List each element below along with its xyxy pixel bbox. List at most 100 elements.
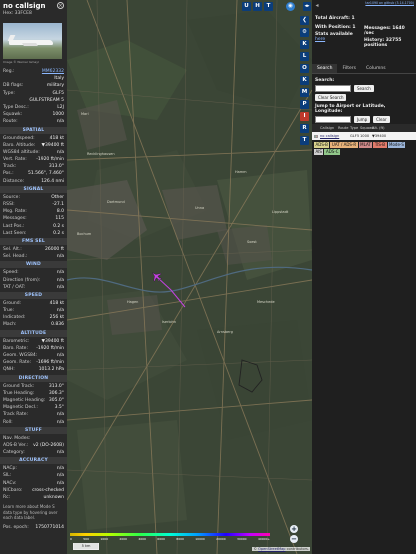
map-button-t[interactable]: T [300,136,309,145]
map-button-k[interactable]: K [300,76,309,85]
section-header-stuff: STUFF [0,426,67,434]
map-button-h[interactable]: H [253,2,262,11]
info-value: GLF5 [52,90,64,96]
registration-link[interactable]: MM62332 [42,68,64,75]
tab-search[interactable]: Search [312,64,338,73]
pos-epoch-label: Pos. epoch: [3,524,29,530]
map-canvas[interactable] [67,0,312,554]
tab-columns[interactable]: Columns [361,64,391,73]
info-value: -1696 ft/min [36,360,64,366]
info-value: 126.4 nmi [41,178,64,184]
map-button-k[interactable]: K [300,40,309,49]
info-row: Mach: 0.836 [0,321,67,328]
jump-row: Jump Clear [315,116,413,123]
info-row: Direction (from): n/a [0,277,67,284]
info-row: Route: n/a [0,118,67,125]
chevron-left-icon[interactable]: ❮ [300,16,309,25]
info-row: DB flags: military [0,82,67,89]
legend-label: 40000+ [257,536,270,541]
info-key: NICbaro: [3,487,23,493]
map-button-u[interactable]: U [242,2,251,11]
info-row: Type Desc.: L2J [0,104,67,111]
info-row: SIL: n/a [0,472,67,479]
info-row: Source: Other [0,194,67,201]
table-cell[interactable]: no callsign [320,132,339,140]
map-button-p[interactable]: P [300,100,309,109]
info-row: QNH: 1013.2 hPa [0,366,67,373]
info-key: Geom. Rate: [3,360,32,366]
section-header-direction: DIRECTION [0,374,67,382]
legend-label: 30000 [237,536,247,541]
info-value: n/a [56,473,64,479]
info-key: QNH: [3,367,15,373]
column-header[interactable]: Squawk [360,124,374,132]
info-value: n/a [56,277,64,283]
layers-icon[interactable]: ◉ [286,2,295,11]
clear-button[interactable]: Clear [373,116,390,123]
info-row: Type: GLF5 [0,90,67,97]
info-row: RSSI: -27.1 [0,201,67,208]
source-badge: TIS-B [373,142,387,148]
info-value: 306.3° [48,390,64,396]
info-row: Rc: unknown [0,494,67,501]
info-row: Barometric: ▼39400 ft [0,338,67,345]
info-value: -1920 ft/min [36,157,64,163]
version-link[interactable]: tar1090 on github (3.14.1700) [365,1,414,5]
map-button-t[interactable]: T [264,2,273,11]
info-row: TAT / OAT: n/a [0,284,67,291]
map-button-o[interactable]: O [300,64,309,73]
sidebar-toggle-icon[interactable]: ◂▸ [303,2,311,11]
info-key: True: [3,308,15,314]
total-aircraft: Total Aircraft: 1 [315,16,355,21]
search-input[interactable] [315,85,351,92]
table-row[interactable]: no callsign GLF5 1000 ▼39400 [312,132,416,140]
info-body: Reg.: MM62332 Italy DB flags: military Type: G… [0,68,67,531]
column-header[interactable]: Callsign [320,124,338,132]
info-row: True: n/a [0,307,67,314]
settings-icon[interactable]: ⚙ [300,28,309,37]
info-row: Reg.: MM62332 [0,68,67,75]
map-button-i[interactable]: I [300,112,309,121]
jump-button[interactable]: Jump [354,116,371,123]
map-place-label: Meschede [257,300,275,304]
column-header[interactable]: Route [338,124,350,132]
tab-filters[interactable]: Filters [337,64,361,73]
map-button-r[interactable]: R [300,124,309,133]
info-key: Speed: [3,270,19,276]
info-key: Track: [3,164,17,170]
legend-label: 2000 [119,536,127,541]
column-header[interactable]: Type [350,124,360,132]
info-value: n/a [56,466,64,472]
column-header[interactable]: Alt. (ft) [372,124,388,132]
info-row: Sel. Head.: n/a [0,253,67,260]
jump-input[interactable] [315,116,351,123]
section-header-accuracy: ACCURACY [0,457,67,465]
search-button[interactable]: Search [354,85,374,92]
info-key: Indicated: [3,315,26,321]
aircraft-photo[interactable] [3,23,62,59]
aircraft-table-header: Callsign Route Type Squawk Alt. (ft) [312,124,416,132]
map-view[interactable]: Marl Recklinghausen Dortmund Unna Hamm Bochum… [67,0,312,554]
search-row: Search [315,85,413,92]
close-icon[interactable]: × [57,2,64,9]
info-key: Category: [3,450,25,456]
zoom-in-button[interactable]: + [290,525,298,533]
stats-link[interactable]: here [315,37,325,42]
zoom-out-button[interactable]: − [290,535,298,543]
info-key: Distance: [3,178,25,184]
map-button-l[interactable]: L [300,52,309,61]
map-button-m[interactable]: M [300,88,309,97]
info-row: Category: n/a [0,449,67,456]
column-header[interactable] [312,124,320,132]
altitude-legend-labels: 0 500 1000 2000 4000 6000 8000 10000 20000 30000 4… [70,537,270,541]
info-header: no callsign Hex: 33FCE8 × [0,0,67,20]
collapse-icon[interactable]: ◂ [313,2,321,10]
map-attribution: © OpenStreetMap contributors. [252,547,310,551]
info-key: SIL: [3,473,12,479]
clear-search-button[interactable]: Clear Search [315,94,347,101]
info-value: 1013.2 hPa [38,367,64,373]
osm-link[interactable]: OpenStreetMap [258,547,285,551]
stats-block: Total Aircraft: 1 With Position: 1 Stats… [312,12,416,64]
legend-label: 500 [83,536,89,541]
info-row: Last Seen: 0.2 s [0,230,67,237]
